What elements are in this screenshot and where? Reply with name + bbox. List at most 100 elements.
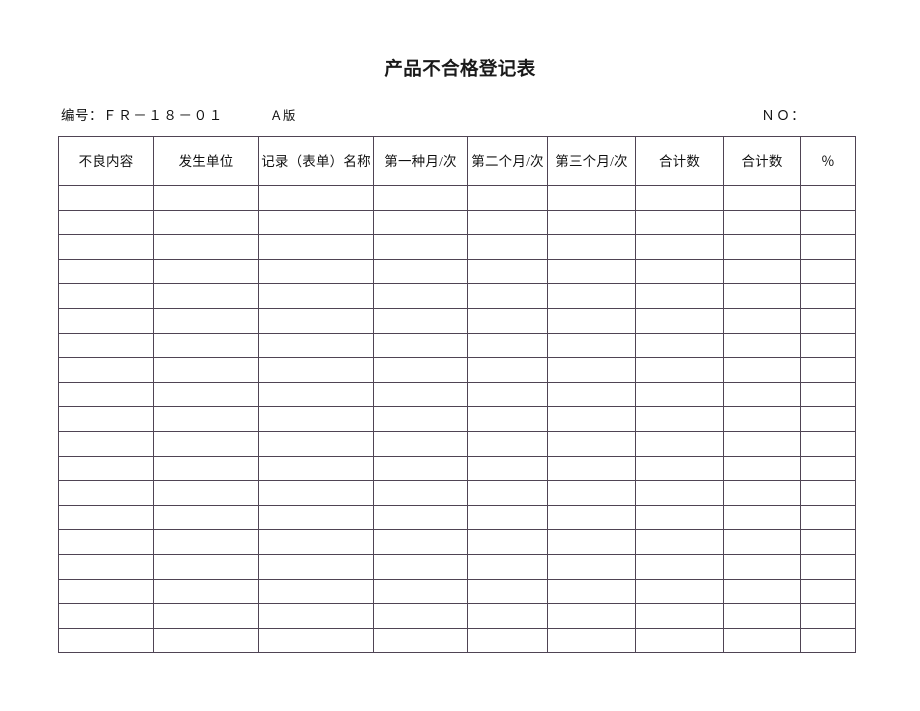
- table-cell[interactable]: [58, 455, 154, 482]
- table-cell[interactable]: [635, 504, 724, 531]
- table-cell[interactable]: [467, 185, 548, 211]
- table-cell[interactable]: [58, 332, 154, 359]
- table-cell[interactable]: [258, 406, 374, 432]
- table-cell[interactable]: [258, 627, 374, 654]
- table-cell[interactable]: [153, 406, 259, 432]
- table-cell[interactable]: [258, 209, 374, 236]
- table-cell[interactable]: [800, 553, 856, 580]
- table-cell[interactable]: [800, 381, 856, 408]
- table-cell[interactable]: [723, 258, 801, 285]
- table-cell[interactable]: [467, 504, 548, 531]
- table-cell[interactable]: [635, 381, 724, 408]
- table-cell[interactable]: [153, 430, 259, 457]
- table-cell[interactable]: [153, 234, 259, 260]
- table-cell[interactable]: [153, 529, 259, 555]
- table-cell[interactable]: [800, 603, 856, 629]
- table-cell[interactable]: [800, 332, 856, 359]
- table-cell[interactable]: [58, 381, 154, 408]
- table-cell[interactable]: [373, 283, 468, 309]
- table-cell[interactable]: [153, 209, 259, 236]
- table-cell[interactable]: [373, 234, 468, 260]
- table-cell[interactable]: [635, 406, 724, 432]
- table-cell[interactable]: [467, 529, 548, 555]
- table-cell[interactable]: [635, 603, 724, 629]
- table-cell[interactable]: [800, 455, 856, 482]
- table-cell[interactable]: [258, 504, 374, 531]
- table-cell[interactable]: [800, 209, 856, 236]
- table-cell[interactable]: [547, 578, 636, 605]
- table-cell[interactable]: [467, 357, 548, 383]
- table-cell[interactable]: [800, 258, 856, 285]
- table-cell[interactable]: [258, 307, 374, 334]
- table-cell[interactable]: [258, 357, 374, 383]
- table-cell[interactable]: [547, 209, 636, 236]
- table-cell[interactable]: [723, 480, 801, 506]
- table-cell[interactable]: [547, 603, 636, 629]
- table-cell[interactable]: [723, 209, 801, 236]
- table-cell[interactable]: [153, 332, 259, 359]
- table-cell[interactable]: [373, 603, 468, 629]
- table-cell[interactable]: [153, 455, 259, 482]
- table-cell[interactable]: [467, 430, 548, 457]
- table-cell[interactable]: [467, 480, 548, 506]
- table-cell[interactable]: [153, 381, 259, 408]
- table-cell[interactable]: [635, 455, 724, 482]
- table-cell[interactable]: [373, 258, 468, 285]
- table-cell[interactable]: [635, 209, 724, 236]
- table-cell[interactable]: [723, 627, 801, 654]
- table-cell[interactable]: [58, 504, 154, 531]
- table-cell[interactable]: [153, 307, 259, 334]
- table-cell[interactable]: [547, 430, 636, 457]
- table-cell[interactable]: [153, 185, 259, 211]
- table-cell[interactable]: [723, 529, 801, 555]
- table-cell[interactable]: [153, 603, 259, 629]
- table-cell[interactable]: [467, 603, 548, 629]
- table-cell[interactable]: [547, 185, 636, 211]
- table-cell[interactable]: [635, 553, 724, 580]
- table-cell[interactable]: [373, 185, 468, 211]
- table-cell[interactable]: [258, 455, 374, 482]
- table-cell[interactable]: [800, 185, 856, 211]
- table-cell[interactable]: [153, 627, 259, 654]
- table-cell[interactable]: [635, 234, 724, 260]
- table-cell[interactable]: [800, 307, 856, 334]
- table-cell[interactable]: [800, 357, 856, 383]
- table-cell[interactable]: [153, 578, 259, 605]
- table-cell[interactable]: [635, 307, 724, 334]
- table-cell[interactable]: [467, 209, 548, 236]
- table-cell[interactable]: [58, 185, 154, 211]
- table-cell[interactable]: [373, 529, 468, 555]
- table-cell[interactable]: [467, 258, 548, 285]
- table-cell[interactable]: [800, 283, 856, 309]
- table-cell[interactable]: [800, 578, 856, 605]
- table-cell[interactable]: [58, 258, 154, 285]
- table-cell[interactable]: [635, 578, 724, 605]
- table-cell[interactable]: [467, 332, 548, 359]
- table-cell[interactable]: [467, 455, 548, 482]
- table-cell[interactable]: [373, 406, 468, 432]
- table-cell[interactable]: [467, 406, 548, 432]
- table-cell[interactable]: [153, 504, 259, 531]
- table-cell[interactable]: [373, 480, 468, 506]
- table-cell[interactable]: [723, 553, 801, 580]
- table-cell[interactable]: [800, 406, 856, 432]
- table-cell[interactable]: [258, 430, 374, 457]
- table-cell[interactable]: [723, 332, 801, 359]
- table-cell[interactable]: [547, 553, 636, 580]
- table-cell[interactable]: [258, 185, 374, 211]
- table-cell[interactable]: [373, 209, 468, 236]
- table-cell[interactable]: [800, 430, 856, 457]
- table-cell[interactable]: [373, 578, 468, 605]
- table-cell[interactable]: [635, 529, 724, 555]
- table-cell[interactable]: [258, 332, 374, 359]
- table-cell[interactable]: [467, 381, 548, 408]
- table-cell[interactable]: [58, 307, 154, 334]
- table-cell[interactable]: [723, 283, 801, 309]
- table-cell[interactable]: [467, 283, 548, 309]
- table-cell[interactable]: [373, 307, 468, 334]
- table-cell[interactable]: [467, 578, 548, 605]
- table-cell[interactable]: [800, 627, 856, 654]
- table-cell[interactable]: [373, 381, 468, 408]
- table-cell[interactable]: [723, 578, 801, 605]
- table-cell[interactable]: [635, 480, 724, 506]
